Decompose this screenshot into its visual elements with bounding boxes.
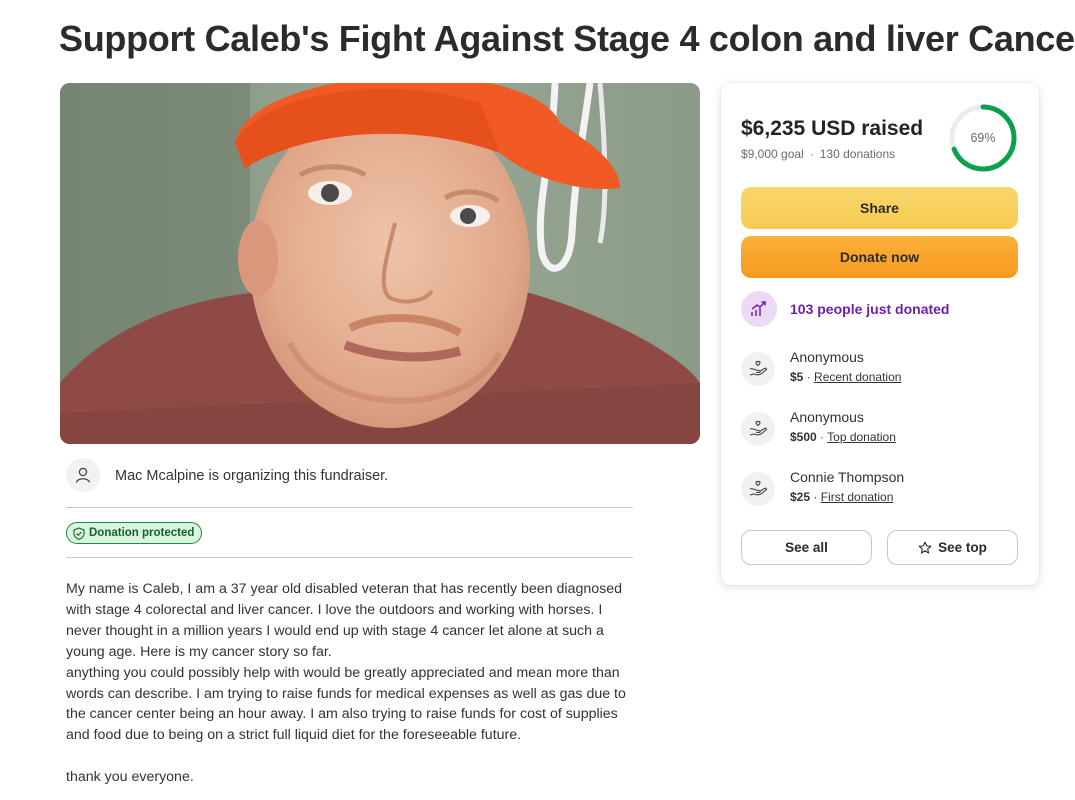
goal-amount: $9,000 goal — [741, 147, 804, 161]
see-top-button[interactable]: See top — [887, 530, 1018, 565]
separator-dot: · — [809, 147, 814, 161]
donation-meta: $500 · Top donation — [790, 430, 896, 444]
organizer-avatar[interactable] — [66, 458, 100, 492]
goal-line: $9,000 goal · 130 donations — [741, 147, 895, 161]
donation-tag-link[interactable]: First donation — [821, 490, 894, 504]
donation-item: Anonymous $500 · Top donation — [741, 408, 896, 452]
recent-donors-trend: 103 people just donated — [741, 291, 949, 327]
hand-heart-icon — [749, 360, 767, 376]
raised-amount: $6,235 USD raised — [741, 117, 924, 140]
see-top-label: See top — [938, 540, 987, 555]
donation-count: 130 donations — [819, 147, 896, 161]
donor-name: Anonymous — [790, 349, 864, 365]
story-text: My name is Caleb, I am a 37 year old dis… — [66, 579, 626, 788]
donation-amount: $5 — [790, 370, 804, 384]
donation-meta: $5 · Recent donation — [790, 370, 902, 384]
trend-text: 103 people just donated — [790, 301, 950, 317]
donation-tag-link[interactable]: Recent donation — [814, 370, 901, 384]
organizer-text: Mac Mcalpine is organizing this fundrais… — [115, 468, 389, 484]
share-button[interactable]: Share — [741, 187, 1018, 229]
donation-hand-heart-icon-wrap — [741, 352, 775, 386]
story-paragraph-1: My name is Caleb, I am a 37 year old dis… — [66, 581, 623, 660]
person-icon — [75, 467, 91, 483]
hand-heart-icon — [749, 480, 767, 496]
protected-row: Donation protected — [66, 509, 633, 558]
donation-info: Anonymous $5 · Recent donation — [790, 348, 901, 386]
donation-item: Connie Thompson $25 · First donation — [741, 468, 904, 512]
donation-amount: $25 — [790, 490, 811, 504]
trending-up-icon — [751, 301, 766, 316]
campaign-photo-illustration — [60, 83, 700, 444]
donation-info: Connie Thompson $25 · First donation — [790, 468, 904, 506]
progress-percent: 69% — [970, 131, 996, 145]
donate-now-button[interactable]: Donate now — [741, 236, 1018, 278]
donation-hand-heart-icon-wrap — [741, 472, 775, 506]
page-title: Support Caleb's Fight Against Stage 4 co… — [59, 18, 1075, 59]
donation-protected-label: Donation protected — [89, 527, 195, 539]
story-paragraph-3: thank you everyone. — [66, 769, 194, 786]
trend-icon-wrap — [741, 291, 777, 327]
donation-meta: $25 · First donation — [790, 490, 894, 504]
see-all-button[interactable]: See all — [741, 530, 872, 565]
donation-amount: $500 — [790, 430, 817, 444]
donation-item: Anonymous $5 · Recent donation — [741, 348, 901, 392]
campaign-photo[interactable] — [60, 83, 700, 444]
story-paragraph-2: anything you could possibly help with wo… — [66, 664, 626, 744]
donation-protected-badge[interactable]: Donation protected — [66, 522, 203, 544]
shield-check-icon — [73, 526, 85, 540]
story-spacer — [66, 746, 626, 767]
donor-name: Anonymous — [790, 409, 864, 425]
donation-info: Anonymous $500 · Top donation — [790, 408, 896, 446]
hand-heart-icon — [749, 420, 767, 436]
donation-tag-link[interactable]: Top donation — [827, 430, 896, 444]
donation-hand-heart-icon-wrap — [741, 412, 775, 446]
donation-card: $6,235 USD raised $9,000 goal · 130 donati… — [721, 83, 1039, 585]
star-icon — [918, 541, 932, 554]
donor-name: Connie Thompson — [790, 469, 905, 485]
organizer-row: Mac Mcalpine is organizing this fundrais… — [66, 458, 633, 508]
see-all-label: See all — [785, 540, 828, 555]
